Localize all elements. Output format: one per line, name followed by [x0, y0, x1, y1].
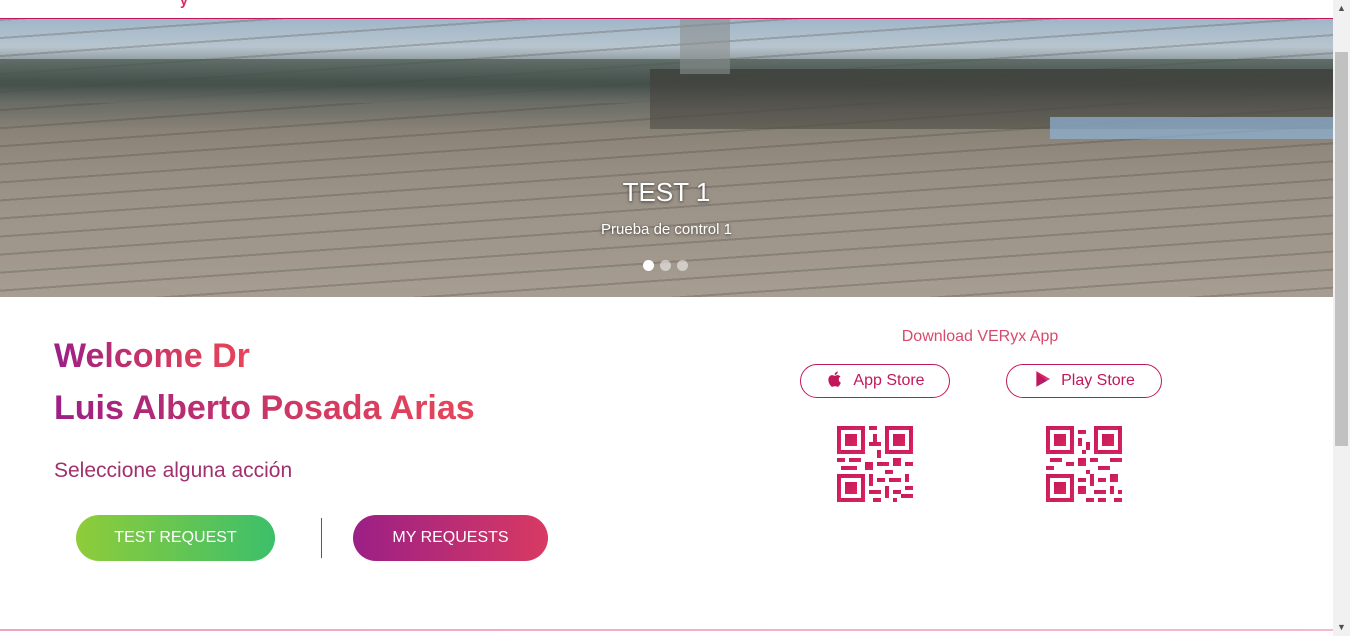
- apple-icon: [825, 369, 845, 394]
- slide-subtitle: Prueba de control 1: [601, 221, 732, 238]
- app-store-label: App Store: [853, 372, 925, 389]
- action-prompt: Seleccione alguna acción: [54, 459, 293, 482]
- scroll-up-icon[interactable]: ▲: [1333, 0, 1350, 17]
- play-store-icon: [1033, 369, 1053, 394]
- doctor-name: Luis Alberto Posada Arias: [54, 389, 475, 427]
- carousel-indicators: [643, 260, 688, 271]
- slide-title: TEST 1: [622, 177, 711, 207]
- page-scrollbar[interactable]: ▲ ▼: [1333, 0, 1350, 636]
- hero-bg-water: [1050, 117, 1333, 139]
- button-divider: [321, 518, 322, 558]
- play-store-qr-code: [1046, 426, 1122, 502]
- carousel-dot-3[interactable]: [677, 260, 688, 271]
- carousel-dot-2[interactable]: [660, 260, 671, 271]
- scroll-down-icon[interactable]: ▼: [1333, 619, 1350, 636]
- my-requests-button[interactable]: MY REQUESTS: [353, 515, 548, 561]
- play-store-label: Play Store: [1061, 372, 1135, 389]
- footer-divider: [0, 629, 1333, 631]
- hero-bg-post: [680, 19, 730, 74]
- logo-fragment[interactable]: y: [180, 0, 220, 8]
- top-navbar: y: [0, 0, 1333, 19]
- test-request-button[interactable]: TEST REQUEST: [76, 515, 275, 561]
- welcome-heading: Welcome Dr: [54, 337, 250, 375]
- hero-carousel[interactable]: TEST 1 Prueba de control 1: [0, 19, 1333, 297]
- scrollbar-thumb[interactable]: [1335, 52, 1348, 446]
- app-store-qr-code: [837, 426, 913, 502]
- carousel-dot-1[interactable]: [643, 260, 654, 271]
- play-store-button[interactable]: Play Store: [1006, 364, 1162, 398]
- app-store-button[interactable]: App Store: [800, 364, 950, 398]
- download-app-title: Download VERyx App: [901, 328, 1059, 345]
